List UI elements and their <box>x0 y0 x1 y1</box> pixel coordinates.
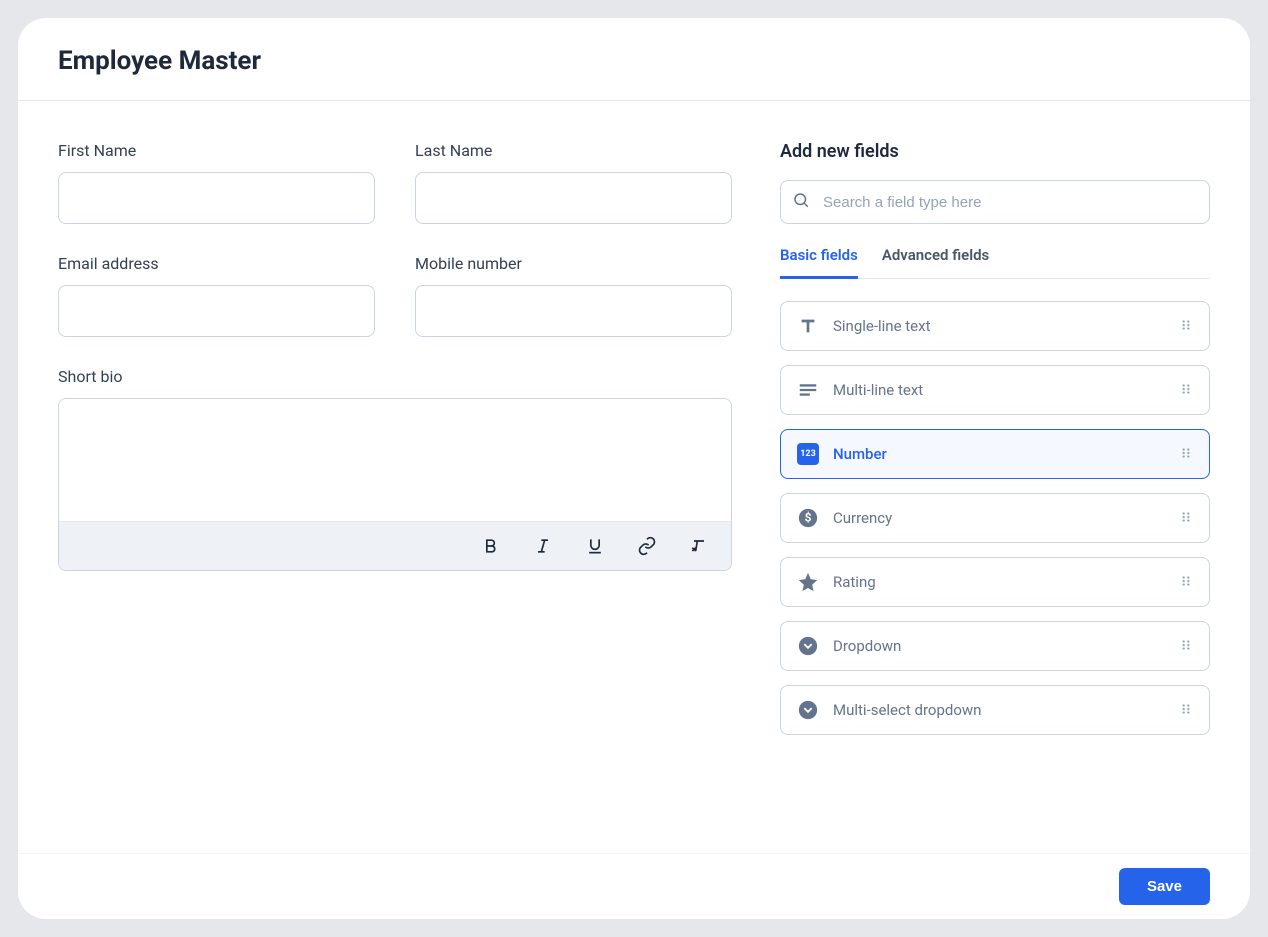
email-input[interactable] <box>58 285 375 337</box>
last-name-input[interactable] <box>415 172 732 224</box>
field-label: Email address <box>58 254 375 273</box>
form-row: Email address Mobile number <box>58 254 732 337</box>
drag-handle-icon[interactable] <box>1179 573 1193 592</box>
save-button[interactable]: Save <box>1119 868 1210 905</box>
link-icon[interactable] <box>635 534 659 558</box>
field-type-multiselect[interactable]: Multi-select dropdown <box>780 685 1210 735</box>
tab-advanced-fields[interactable]: Advanced fields <box>882 242 989 279</box>
last-name-field: Last Name <box>415 141 732 224</box>
bold-icon[interactable] <box>479 534 503 558</box>
bio-editor <box>58 398 732 571</box>
mobile-field: Mobile number <box>415 254 732 337</box>
currency-icon: $ <box>797 507 819 529</box>
text-icon <box>797 315 819 337</box>
field-type-label: Dropdown <box>833 637 1179 655</box>
tabs: Basic fields Advanced fields <box>780 242 1210 279</box>
field-type-multi-line[interactable]: Multi-line text <box>780 365 1210 415</box>
field-type-label: Rating <box>833 573 1179 591</box>
footer: Save <box>18 853 1250 919</box>
bio-textarea[interactable] <box>59 399 731 517</box>
app-window: Employee Master First Name Last Name Ema… <box>18 18 1250 919</box>
field-label: Mobile number <box>415 254 732 273</box>
field-label: Last Name <box>415 141 732 160</box>
email-field: Email address <box>58 254 375 337</box>
multiline-icon <box>797 379 819 401</box>
field-type-list: Single-line text Multi-line text <box>780 301 1210 735</box>
drag-handle-icon[interactable] <box>1179 445 1193 464</box>
field-type-label: Multi-line text <box>833 381 1179 399</box>
header: Employee Master <box>18 18 1250 101</box>
field-type-label: Currency <box>833 509 1179 527</box>
form-area: First Name Last Name Email address Mobil… <box>58 141 732 813</box>
field-type-rating[interactable]: Rating <box>780 557 1210 607</box>
search-icon <box>792 191 810 213</box>
number-icon: 123 <box>797 443 819 465</box>
clear-format-icon[interactable] <box>687 534 711 558</box>
star-icon <box>797 571 819 593</box>
field-type-currency[interactable]: $ Currency <box>780 493 1210 543</box>
drag-handle-icon[interactable] <box>1179 637 1193 656</box>
tab-basic-fields[interactable]: Basic fields <box>780 242 858 279</box>
underline-icon[interactable] <box>583 534 607 558</box>
svg-text:$: $ <box>805 511 812 525</box>
search-input[interactable] <box>780 180 1210 224</box>
field-type-label: Multi-select dropdown <box>833 701 1179 719</box>
drag-handle-icon[interactable] <box>1179 509 1193 528</box>
first-name-input[interactable] <box>58 172 375 224</box>
italic-icon[interactable] <box>531 534 555 558</box>
field-type-label: Single-line text <box>833 317 1179 335</box>
sidebar: Add new fields Basic fields Advanced fie… <box>780 141 1210 813</box>
drag-handle-icon[interactable] <box>1179 317 1193 336</box>
field-type-single-line[interactable]: Single-line text <box>780 301 1210 351</box>
bio-toolbar <box>59 521 731 570</box>
form-row: First Name Last Name <box>58 141 732 224</box>
page-title: Employee Master <box>58 46 1210 76</box>
content-area: First Name Last Name Email address Mobil… <box>18 101 1250 853</box>
field-type-label: Number <box>833 445 1179 463</box>
chevron-down-circle-icon <box>797 635 819 657</box>
sidebar-title: Add new fields <box>780 141 1210 162</box>
field-label: First Name <box>58 141 375 160</box>
mobile-input[interactable] <box>415 285 732 337</box>
field-label: Short bio <box>58 367 732 386</box>
drag-handle-icon[interactable] <box>1179 701 1193 720</box>
search-field <box>780 180 1210 224</box>
field-type-dropdown[interactable]: Dropdown <box>780 621 1210 671</box>
drag-handle-icon[interactable] <box>1179 381 1193 400</box>
bio-field: Short bio <box>58 367 732 571</box>
field-type-number[interactable]: 123 Number <box>780 429 1210 479</box>
chevron-down-circle-icon <box>797 699 819 721</box>
first-name-field: First Name <box>58 141 375 224</box>
